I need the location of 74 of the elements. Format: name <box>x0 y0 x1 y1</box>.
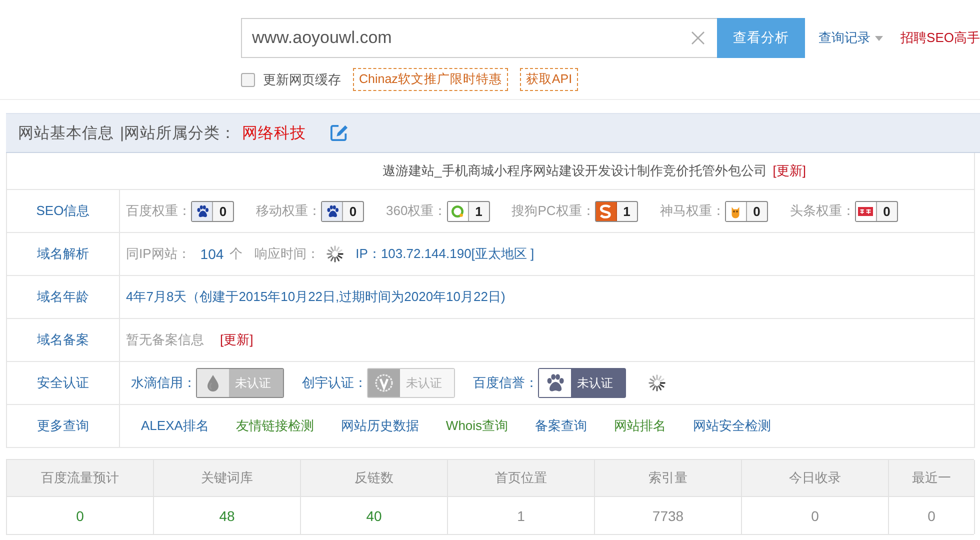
weight-badge: 1 <box>446 200 490 222</box>
weight-badge: 0 <box>724 200 768 222</box>
update-link[interactable]: [更新] <box>772 162 806 180</box>
cert-badge: 未认证 <box>367 368 455 398</box>
table-cell: 48 <box>154 497 301 534</box>
query-link[interactable]: 网站排名 <box>614 417 666 435</box>
unit-label: 个 <box>230 245 243 263</box>
same-ip-label: 同IP网站： <box>126 245 190 263</box>
icp-status: 暂无备案信息 <box>126 331 204 349</box>
domain-age: 4年7月8天（创建于2015年10月22日,过期时间为2020年10月22日) <box>126 288 506 306</box>
row-label: 域名年龄 <box>7 276 120 318</box>
category-value: 网络科技 <box>242 124 306 144</box>
column-header: 今日收录 <box>742 460 889 497</box>
cert-badge: 未认证 <box>196 368 284 398</box>
promo-link[interactable]: 招聘SEO高手 <box>900 29 980 47</box>
table-cell: 0 <box>742 497 889 534</box>
loading-spinner-icon <box>326 245 344 263</box>
weight-badge: 0 <box>321 200 364 222</box>
weight-label: 360权重： <box>386 202 447 220</box>
table-cell: 40 <box>301 497 448 534</box>
cert-badge: 未认证 <box>538 368 626 398</box>
clear-icon[interactable] <box>691 31 705 45</box>
ring-icon <box>450 204 466 218</box>
table-cell: 1 <box>448 497 595 534</box>
history-dropdown[interactable]: 查询记录 <box>818 29 883 47</box>
weight-badge: 0 <box>854 200 898 222</box>
cert-label: 创宇认证： <box>302 374 367 392</box>
weight-label: 移动权重： <box>256 202 321 220</box>
same-ip-count[interactable]: 104 <box>200 246 224 262</box>
query-link[interactable]: Whois查询 <box>446 417 508 435</box>
column-header: 索引量 <box>595 460 742 497</box>
column-header: 反链数 <box>301 460 448 497</box>
update-link[interactable]: [更新] <box>220 331 254 349</box>
weight-label: 搜狗PC权重： <box>512 202 595 220</box>
url-input-field[interactable]: www.aoyouwl.com <box>241 18 717 58</box>
row-label: 安全认证 <box>7 362 120 404</box>
category-label: |网站所属分类： <box>120 124 236 144</box>
query-link[interactable]: 备案查询 <box>535 417 588 435</box>
cert-label: 水滴信用： <box>131 374 196 392</box>
response-time-label: 响应时间： <box>254 245 320 263</box>
query-link[interactable]: 网站安全检测 <box>693 417 772 435</box>
weight-badge: 0 <box>191 200 234 222</box>
row-label: 域名备案 <box>7 319 120 361</box>
edit-icon[interactable] <box>330 124 350 142</box>
table-cell: 0 <box>7 497 154 534</box>
row-label: 域名解析 <box>7 233 120 275</box>
site-title: 遨游建站_手机商城小程序网站建设开发设计制作竞价托管外包公司 <box>382 162 767 180</box>
cert-label: 百度信誉： <box>473 374 538 392</box>
checkbox-label: 更新网页缓存 <box>263 70 341 88</box>
table-cell: 0 <box>889 497 975 534</box>
promo-tag[interactable]: 获取API <box>520 68 578 91</box>
query-link[interactable]: 网站历史数据 <box>340 417 419 435</box>
column-header: 首页位置 <box>448 460 595 497</box>
ip-address: IP：103.72.144.190[亚太地区 ] <box>356 245 534 263</box>
weight-label: 头条权重： <box>790 202 855 220</box>
paw-icon <box>194 204 210 218</box>
cache-checkbox[interactable] <box>241 72 255 86</box>
caret-icon <box>874 36 883 40</box>
table-cell: 7738 <box>595 497 742 534</box>
query-link[interactable]: 友情链接检测 <box>236 417 314 435</box>
weight-badge: 1 <box>594 200 638 222</box>
column-header: 关键词库 <box>154 460 301 497</box>
query-link[interactable]: ALEXA排名 <box>141 417 209 435</box>
promo-tag[interactable]: Chinaz软文推广限时特惠 <box>353 68 508 91</box>
section-title: 网站基本信息 <box>18 124 114 144</box>
v-laurel-icon <box>374 373 394 393</box>
column-header: 百度流量预计 <box>7 460 154 497</box>
loading-spinner-icon <box>648 374 666 392</box>
weight-label: 百度权重： <box>126 202 191 220</box>
row-label: 更多查询 <box>7 405 120 447</box>
row-label: SEO信息 <box>7 190 120 232</box>
column-header: 最近一 <box>889 460 975 497</box>
paw-icon <box>324 204 340 218</box>
weight-label: 神马权重： <box>660 202 725 220</box>
